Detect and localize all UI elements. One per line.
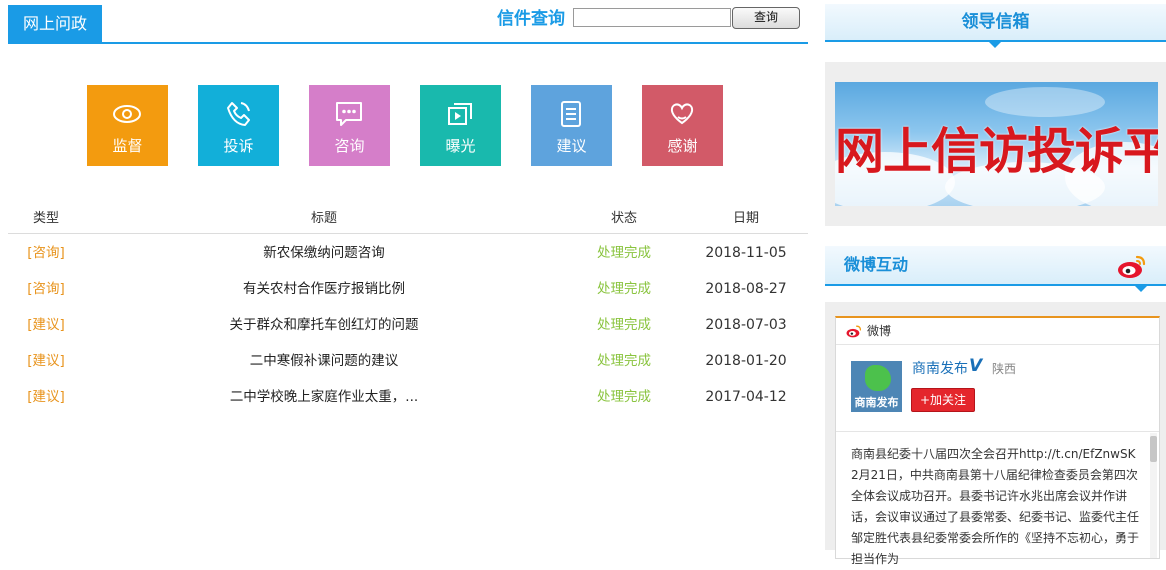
row-type: [咨询] bbox=[27, 245, 65, 261]
row-date: 2018-01-20 bbox=[705, 353, 787, 369]
header-date: 日期 bbox=[732, 211, 759, 226]
suggest-button[interactable]: 建议 bbox=[531, 85, 612, 166]
row-type: [咨询] bbox=[27, 281, 65, 297]
consult-label: 咨询 bbox=[334, 137, 365, 155]
row-date: 2018-11-05 bbox=[705, 245, 787, 261]
heart-icon bbox=[670, 103, 694, 125]
header-status: 状态 bbox=[610, 211, 637, 226]
table-row[interactable]: [咨询] 有关农村合作医疗报销比例 处理完成 2018-08-27 bbox=[8, 275, 808, 303]
table-row[interactable]: [建议] 二中寒假补课问题的建议 处理完成 2018-01-20 bbox=[8, 347, 808, 375]
weibo-widget: 微博 商南发布 商南发布 V 陕西 +加关注 商南县纪委十八届四次全会召开htt… bbox=[835, 316, 1160, 566]
letters-table-header: 类型 标题 状态 日期 bbox=[8, 205, 808, 234]
row-status: 处理完成 bbox=[597, 353, 651, 369]
row-status: 处理完成 bbox=[597, 389, 651, 405]
weibo-panel: 微博 商南发布 商南发布 V 陕西 +加关注 商南县纪委十八届四次全会召开htt… bbox=[825, 302, 1166, 566]
row-title-link[interactable]: 关于群众和摩托车创红灯的问题 bbox=[134, 311, 514, 339]
avatar-map-shape bbox=[865, 365, 891, 391]
weibo-small-icon bbox=[846, 325, 862, 338]
phone-icon bbox=[227, 102, 250, 126]
table-row[interactable]: [咨询] 新农保缴纳问题咨询 处理完成 2018-11-05 bbox=[8, 239, 808, 267]
document-icon bbox=[561, 101, 581, 127]
supervise-button[interactable]: 监督 bbox=[87, 85, 168, 166]
row-status: 处理完成 bbox=[597, 317, 651, 333]
weibo-logo-icon bbox=[1118, 255, 1146, 278]
row-title-link[interactable]: 新农保缴纳问题咨询 bbox=[134, 239, 514, 267]
expose-label: 曝光 bbox=[445, 137, 476, 155]
supervise-label: 监督 bbox=[112, 137, 143, 155]
avatar[interactable]: 商南发布 bbox=[851, 361, 902, 412]
letter-query-input[interactable] bbox=[573, 8, 731, 27]
follow-button[interactable]: +加关注 bbox=[911, 388, 975, 412]
suggest-label: 建议 bbox=[556, 137, 587, 155]
row-title-link[interactable]: 二中学校晚上家庭作业太重，... bbox=[134, 383, 514, 411]
divider bbox=[836, 431, 1159, 432]
complaint-label: 投诉 bbox=[223, 137, 254, 155]
account-name-link[interactable]: 商南发布 bbox=[912, 358, 968, 378]
petition-section: 网上问政 信件查询 查询 监督 投诉 咨询 曝光 建议 感谢 类型 标题 状态 … bbox=[8, 5, 808, 550]
tab-online-petition[interactable]: 网上问政 bbox=[8, 5, 102, 42]
complaint-button[interactable]: 投诉 bbox=[198, 85, 279, 166]
category-buttons: 监督 投诉 咨询 曝光 建议 感谢 bbox=[87, 85, 727, 166]
expose-button[interactable]: 曝光 bbox=[420, 85, 501, 166]
post-scrollbar[interactable] bbox=[1150, 433, 1157, 558]
thanks-button[interactable]: 感谢 bbox=[642, 85, 723, 166]
weibo-post-text: 商南县纪委十八届四次全会召开http://t.cn/EfZnwSK 2月21日，… bbox=[851, 447, 1140, 566]
row-date: 2017-04-12 bbox=[705, 389, 787, 405]
weibo-widget-label: 微博 bbox=[867, 324, 892, 338]
header-arrow-icon bbox=[989, 42, 1001, 48]
row-type: [建议] bbox=[27, 353, 65, 369]
leader-mailbox-title: 领导信箱 bbox=[961, 12, 1030, 32]
mailbox-panel: 网上信访投诉平台 bbox=[825, 62, 1166, 226]
row-status: 处理完成 bbox=[597, 281, 651, 297]
scrollbar-thumb[interactable] bbox=[1150, 436, 1157, 462]
header-type: 类型 bbox=[32, 211, 59, 226]
row-type: [建议] bbox=[27, 389, 65, 405]
query-button[interactable]: 查询 bbox=[732, 7, 800, 29]
weibo-widget-header: 微博 bbox=[836, 318, 1159, 345]
leader-mailbox-header: 领导信箱 bbox=[825, 4, 1166, 48]
row-date: 2018-08-27 bbox=[705, 281, 787, 297]
row-title-link[interactable]: 二中寒假补课问题的建议 bbox=[134, 347, 514, 375]
table-row[interactable]: [建议] 关于群众和摩托车创红灯的问题 处理完成 2018-07-03 bbox=[8, 311, 808, 339]
banner-text: 网上信访投诉平台 bbox=[835, 123, 1158, 180]
avatar-text: 商南发布 bbox=[854, 396, 899, 409]
header-arrow-icon bbox=[1135, 286, 1147, 292]
thanks-label: 感谢 bbox=[667, 137, 698, 155]
header-title: 标题 bbox=[310, 211, 337, 226]
chat-icon bbox=[336, 102, 362, 126]
eye-icon bbox=[113, 105, 141, 123]
row-status: 处理完成 bbox=[597, 245, 651, 261]
section-tabbar: 网上问政 信件查询 查询 bbox=[8, 5, 808, 44]
consult-button[interactable]: 咨询 bbox=[309, 85, 390, 166]
table-row[interactable]: [建议] 二中学校晚上家庭作业太重，... 处理完成 2017-04-12 bbox=[8, 383, 808, 411]
play-window-icon bbox=[448, 103, 472, 125]
verified-badge-icon: V bbox=[969, 356, 983, 376]
weibo-section-title: 微博互动 bbox=[844, 255, 909, 274]
petition-platform-banner[interactable]: 网上信访投诉平台 bbox=[835, 82, 1158, 206]
weibo-header: 微博互动 bbox=[825, 246, 1166, 292]
account-location: 陕西 bbox=[992, 362, 1017, 376]
row-title-link[interactable]: 有关农村合作医疗报销比例 bbox=[134, 275, 514, 303]
letter-query-label: 信件查询 bbox=[497, 9, 565, 29]
row-type: [建议] bbox=[27, 317, 65, 333]
sidebar: 领导信箱 网上信访投诉平台 微博互动 bbox=[825, 4, 1166, 566]
row-date: 2018-07-03 bbox=[705, 317, 787, 333]
